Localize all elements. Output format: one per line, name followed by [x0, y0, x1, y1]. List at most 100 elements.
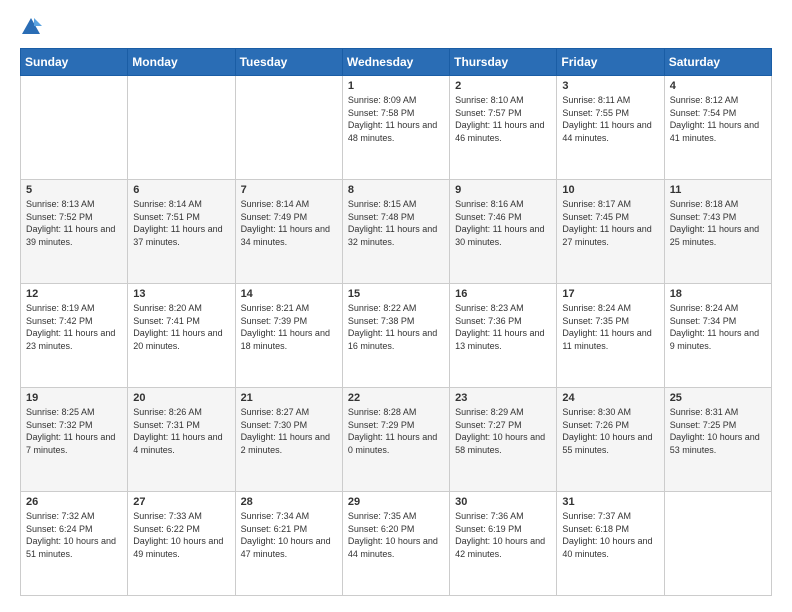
day-number: 1: [348, 80, 444, 92]
calendar-table: SundayMondayTuesdayWednesdayThursdayFrid…: [20, 48, 772, 596]
calendar-cell: 16 Sunrise: 8:23 AM Sunset: 7:36 PM Dayli…: [450, 284, 557, 388]
logo-icon: [20, 16, 42, 38]
day-number: 6: [133, 184, 229, 196]
day-header-monday: Monday: [128, 49, 235, 76]
day-number: 18: [670, 288, 766, 300]
calendar-cell: 28Sunrise: 7:34 AM Sunset: 6:21 PM Dayli…: [235, 492, 342, 596]
day-number: 10: [562, 184, 658, 196]
page: SundayMondayTuesdayWednesdayThursdayFrid…: [0, 0, 792, 612]
day-info: Sunrise: 8:11 AM Sunset: 7:55 PM Dayligh…: [562, 94, 658, 144]
day-info: Sunrise: 7:35 AM Sunset: 6:20 PM Dayligh…: [348, 510, 444, 560]
day-number: 15: [348, 288, 444, 300]
day-number: 8: [348, 184, 444, 196]
day-number: 23: [455, 392, 551, 404]
day-number: 20: [133, 392, 229, 404]
day-number: 9: [455, 184, 551, 196]
day-header-friday: Friday: [557, 49, 664, 76]
day-info: Sunrise: 7:37 AM Sunset: 6:18 PM Dayligh…: [562, 510, 658, 560]
day-info: Sunrise: 8:28 AM Sunset: 7:29 PM Dayligh…: [348, 406, 444, 456]
day-info: Sunrise: 8:10 AM Sunset: 7:57 PM Dayligh…: [455, 94, 551, 144]
day-number: 5: [26, 184, 122, 196]
calendar-week-row: 12 Sunrise: 8:19 AM Sunset: 7:42 PM Dayli…: [21, 284, 772, 388]
day-info: Sunrise: 8:18 AM Sunset: 7:43 PM Dayligh…: [670, 198, 766, 248]
day-header-tuesday: Tuesday: [235, 49, 342, 76]
day-info: Sunrise: 8:16 AM Sunset: 7:46 PM Dayligh…: [455, 198, 551, 248]
header: [20, 16, 772, 38]
day-info: Sunrise: 8:17 AM Sunset: 7:45 PM Dayligh…: [562, 198, 658, 248]
calendar-cell: 15 Sunrise: 8:22 AM Sunset: 7:38 PM Dayli…: [342, 284, 449, 388]
calendar-week-row: 26 Sunrise: 7:32 AM Sunset: 6:24 PM Dayli…: [21, 492, 772, 596]
day-number: 4: [670, 80, 766, 92]
calendar-cell: 1Sunrise: 8:09 AM Sunset: 7:58 PM Daylig…: [342, 76, 449, 180]
day-info: Sunrise: 8:20 AM Sunset: 7:41 PM Dayligh…: [133, 302, 229, 352]
calendar-cell: [21, 76, 128, 180]
calendar-cell: [128, 76, 235, 180]
calendar-cell: 20 Sunrise: 8:26 AM Sunset: 7:31 PM Dayli…: [128, 388, 235, 492]
day-number: 16: [455, 288, 551, 300]
day-info: Sunrise: 8:29 AM Sunset: 7:27 PM Dayligh…: [455, 406, 551, 456]
day-header-saturday: Saturday: [664, 49, 771, 76]
day-number: 26: [26, 496, 122, 508]
calendar-cell: 30Sunrise: 7:36 AM Sunset: 6:19 PM Dayli…: [450, 492, 557, 596]
day-info: Sunrise: 8:26 AM Sunset: 7:31 PM Dayligh…: [133, 406, 229, 456]
day-info: Sunrise: 8:30 AM Sunset: 7:26 PM Dayligh…: [562, 406, 658, 456]
calendar-cell: 11 Sunrise: 8:18 AM Sunset: 7:43 PM Dayli…: [664, 180, 771, 284]
calendar-cell: 12 Sunrise: 8:19 AM Sunset: 7:42 PM Dayli…: [21, 284, 128, 388]
calendar-cell: [235, 76, 342, 180]
day-number: 27: [133, 496, 229, 508]
calendar-cell: 23 Sunrise: 8:29 AM Sunset: 7:27 PM Dayli…: [450, 388, 557, 492]
calendar-cell: 18 Sunrise: 8:24 AM Sunset: 7:34 PM Dayli…: [664, 284, 771, 388]
day-info: Sunrise: 8:23 AM Sunset: 7:36 PM Dayligh…: [455, 302, 551, 352]
calendar-cell: 7 Sunrise: 8:14 AM Sunset: 7:49 PM Daylig…: [235, 180, 342, 284]
day-number: 11: [670, 184, 766, 196]
day-info: Sunrise: 8:15 AM Sunset: 7:48 PM Dayligh…: [348, 198, 444, 248]
calendar-cell: 3Sunrise: 8:11 AM Sunset: 7:55 PM Daylig…: [557, 76, 664, 180]
calendar-header-row: SundayMondayTuesdayWednesdayThursdayFrid…: [21, 49, 772, 76]
calendar-cell: 10 Sunrise: 8:17 AM Sunset: 7:45 PM Dayli…: [557, 180, 664, 284]
calendar-cell: 4 Sunrise: 8:12 AM Sunset: 7:54 PM Daylig…: [664, 76, 771, 180]
calendar-cell: 29 Sunrise: 7:35 AM Sunset: 6:20 PM Dayli…: [342, 492, 449, 596]
calendar-cell: 26 Sunrise: 7:32 AM Sunset: 6:24 PM Dayli…: [21, 492, 128, 596]
day-number: 7: [241, 184, 337, 196]
day-info: Sunrise: 7:33 AM Sunset: 6:22 PM Dayligh…: [133, 510, 229, 560]
day-info: Sunrise: 8:14 AM Sunset: 7:51 PM Dayligh…: [133, 198, 229, 248]
day-number: 24: [562, 392, 658, 404]
day-info: Sunrise: 8:19 AM Sunset: 7:42 PM Dayligh…: [26, 302, 122, 352]
calendar-cell: [664, 492, 771, 596]
day-number: 28: [241, 496, 337, 508]
calendar-cell: 21 Sunrise: 8:27 AM Sunset: 7:30 PM Dayli…: [235, 388, 342, 492]
day-number: 2: [455, 80, 551, 92]
day-info: Sunrise: 8:13 AM Sunset: 7:52 PM Dayligh…: [26, 198, 122, 248]
day-info: Sunrise: 7:36 AM Sunset: 6:19 PM Dayligh…: [455, 510, 551, 560]
calendar-cell: 24 Sunrise: 8:30 AM Sunset: 7:26 PM Dayli…: [557, 388, 664, 492]
day-info: Sunrise: 8:21 AM Sunset: 7:39 PM Dayligh…: [241, 302, 337, 352]
day-number: 12: [26, 288, 122, 300]
calendar-cell: 31Sunrise: 7:37 AM Sunset: 6:18 PM Dayli…: [557, 492, 664, 596]
day-info: Sunrise: 8:22 AM Sunset: 7:38 PM Dayligh…: [348, 302, 444, 352]
day-number: 29: [348, 496, 444, 508]
day-number: 17: [562, 288, 658, 300]
calendar-cell: 19Sunrise: 8:25 AM Sunset: 7:32 PM Dayli…: [21, 388, 128, 492]
calendar-cell: 27 Sunrise: 7:33 AM Sunset: 6:22 PM Dayli…: [128, 492, 235, 596]
day-header-thursday: Thursday: [450, 49, 557, 76]
day-info: Sunrise: 8:31 AM Sunset: 7:25 PM Dayligh…: [670, 406, 766, 456]
day-number: 21: [241, 392, 337, 404]
calendar-cell: 14 Sunrise: 8:21 AM Sunset: 7:39 PM Dayli…: [235, 284, 342, 388]
day-info: Sunrise: 8:12 AM Sunset: 7:54 PM Dayligh…: [670, 94, 766, 144]
logo: [20, 16, 46, 38]
calendar-week-row: 5 Sunrise: 8:13 AM Sunset: 7:52 PM Daylig…: [21, 180, 772, 284]
day-info: Sunrise: 8:24 AM Sunset: 7:35 PM Dayligh…: [562, 302, 658, 352]
day-header-sunday: Sunday: [21, 49, 128, 76]
calendar-cell: 2 Sunrise: 8:10 AM Sunset: 7:57 PM Daylig…: [450, 76, 557, 180]
day-info: Sunrise: 8:27 AM Sunset: 7:30 PM Dayligh…: [241, 406, 337, 456]
day-header-wednesday: Wednesday: [342, 49, 449, 76]
day-number: 19: [26, 392, 122, 404]
calendar-week-row: 19Sunrise: 8:25 AM Sunset: 7:32 PM Dayli…: [21, 388, 772, 492]
day-info: Sunrise: 7:32 AM Sunset: 6:24 PM Dayligh…: [26, 510, 122, 560]
day-number: 14: [241, 288, 337, 300]
day-info: Sunrise: 8:14 AM Sunset: 7:49 PM Dayligh…: [241, 198, 337, 248]
calendar-cell: 6 Sunrise: 8:14 AM Sunset: 7:51 PM Daylig…: [128, 180, 235, 284]
calendar-cell: 17 Sunrise: 8:24 AM Sunset: 7:35 PM Dayli…: [557, 284, 664, 388]
calendar-cell: 8 Sunrise: 8:15 AM Sunset: 7:48 PM Daylig…: [342, 180, 449, 284]
day-info: Sunrise: 8:24 AM Sunset: 7:34 PM Dayligh…: [670, 302, 766, 352]
